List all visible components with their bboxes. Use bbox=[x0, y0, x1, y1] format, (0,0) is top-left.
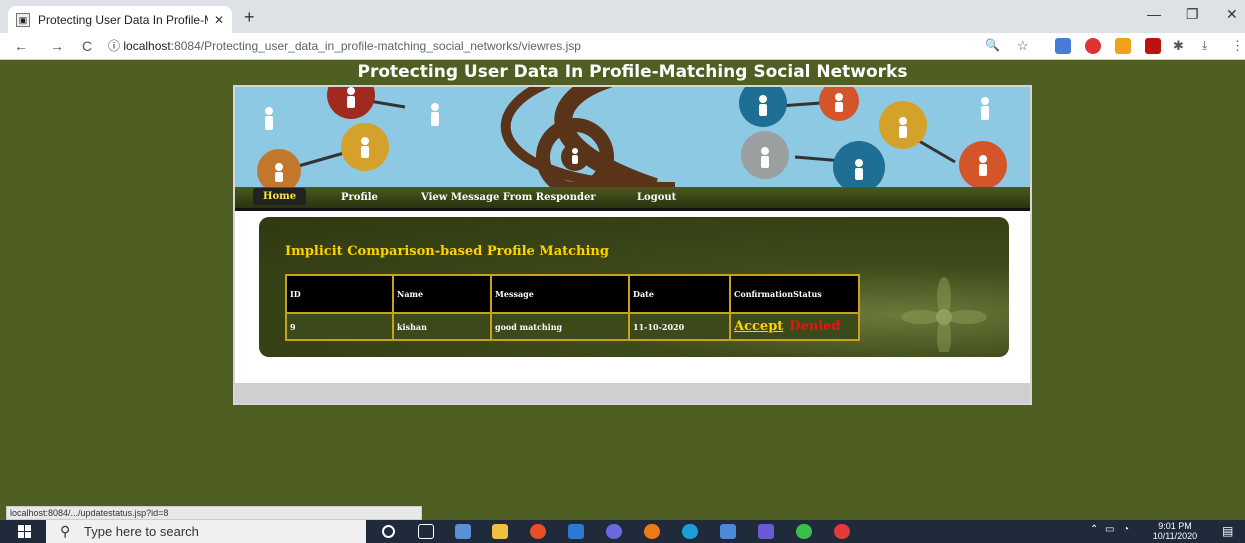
eclipse-icon[interactable] bbox=[758, 524, 774, 539]
search-placeholder: Type here to search bbox=[84, 524, 199, 539]
app-icon[interactable] bbox=[720, 524, 736, 539]
forward-button[interactable]: → bbox=[50, 38, 64, 54]
tab-close-icon[interactable]: ✕ bbox=[214, 13, 224, 27]
cell-date: 11-10-2020 bbox=[628, 312, 731, 341]
adblock-icon[interactable] bbox=[1085, 38, 1101, 54]
extension-icon[interactable] bbox=[1055, 38, 1071, 54]
table-row: 9 kishan good matching 11-10-2020 Accept… bbox=[285, 312, 860, 341]
mail-icon[interactable] bbox=[568, 524, 584, 539]
menu-home[interactable]: Home bbox=[253, 188, 307, 205]
url-path: :8084/Protecting_user_data_in_profile-ma… bbox=[170, 39, 581, 53]
flower-decoration bbox=[901, 277, 987, 352]
cell-message: good matching bbox=[490, 312, 630, 341]
section-heading: Implicit Comparison-based Profile Matchi… bbox=[285, 244, 609, 259]
column-header-date: Date bbox=[628, 274, 731, 314]
url-field[interactable]: ⓘ localhost:8084/Protecting_user_data_in… bbox=[108, 36, 1008, 57]
new-tab-button[interactable]: + bbox=[244, 7, 255, 28]
battery-icon[interactable]: ▭ bbox=[1105, 524, 1114, 535]
clock-time: 9:01 PM bbox=[1158, 521, 1192, 531]
notification-icon[interactable]: ▤ bbox=[1222, 524, 1233, 538]
chrome-icon[interactable] bbox=[530, 524, 546, 539]
column-header-status: ConfirmationStatus bbox=[729, 274, 860, 314]
zoom-icon[interactable]: 🔍 bbox=[985, 38, 1000, 52]
footer-strip bbox=[235, 383, 1030, 403]
file-explorer-icon[interactable] bbox=[492, 524, 508, 539]
minimize-button[interactable]: — bbox=[1147, 6, 1161, 22]
windows-taskbar: ⚲ Type here to search ⌃ ▭ ◔ 9:01 PM 10/1… bbox=[0, 520, 1245, 543]
back-button[interactable]: ← bbox=[14, 38, 28, 54]
link-status-bar: localhost:8084/.../updatestatus.jsp?id=8 bbox=[6, 506, 422, 520]
denied-link[interactable]: Denied bbox=[789, 319, 840, 334]
windows-start-icon[interactable] bbox=[18, 525, 32, 538]
page-title: Protecting User Data In Profile-Matching… bbox=[357, 62, 908, 82]
reload-button[interactable]: C bbox=[82, 38, 92, 54]
menu-profile[interactable]: Profile bbox=[341, 192, 378, 203]
cell-id: 9 bbox=[285, 312, 394, 341]
bookmark-star-icon[interactable]: ☆ bbox=[1017, 38, 1029, 54]
table-header-row: ID Name Message Date ConfirmationStatus bbox=[285, 274, 860, 314]
chrome-menu-icon[interactable]: ⋮ bbox=[1231, 38, 1244, 54]
page-favicon-icon: ▣ bbox=[16, 12, 30, 27]
banner-image bbox=[235, 87, 1030, 187]
task-view-icon[interactable] bbox=[418, 524, 434, 539]
tab-title: Protecting User Data In Profile-M bbox=[38, 12, 208, 27]
results-table: ID Name Message Date ConfirmationStatus … bbox=[285, 274, 860, 341]
column-header-message: Message bbox=[490, 274, 630, 314]
tray-chevron-icon[interactable]: ⌃ bbox=[1090, 524, 1098, 535]
site-info-icon[interactable]: ⓘ bbox=[108, 39, 120, 53]
edge-icon[interactable] bbox=[682, 524, 698, 539]
main-container: Home Profile View Message From Responder… bbox=[233, 85, 1032, 405]
menu-view-message[interactable]: View Message From Responder bbox=[421, 192, 596, 203]
store-icon[interactable] bbox=[455, 524, 471, 539]
browser-tabbar: ▣ Protecting User Data In Profile-M ✕ + … bbox=[0, 0, 1245, 33]
firefox-icon[interactable] bbox=[644, 524, 660, 539]
accept-link[interactable]: Accept bbox=[734, 319, 783, 334]
taskbar-search-input[interactable]: ⚲ Type here to search bbox=[46, 520, 366, 543]
close-window-button[interactable]: ✕ bbox=[1226, 6, 1238, 23]
taskbar-clock[interactable]: 9:01 PM 10/11/2020 bbox=[1148, 521, 1202, 541]
maximize-button[interactable]: ❐ bbox=[1186, 6, 1199, 23]
cell-name: kishan bbox=[392, 312, 492, 341]
column-header-id: ID bbox=[285, 274, 394, 314]
pdf-extension-icon[interactable] bbox=[1145, 38, 1161, 54]
cortana-icon[interactable] bbox=[382, 525, 395, 538]
clock-date: 10/11/2020 bbox=[1152, 531, 1198, 541]
app-icon[interactable] bbox=[606, 524, 622, 539]
cell-status: Accept Denied bbox=[729, 312, 860, 341]
download-icon[interactable]: ⤓ bbox=[1202, 38, 1207, 53]
app-icon[interactable] bbox=[834, 524, 850, 539]
app-icon[interactable] bbox=[796, 524, 812, 539]
menu-logout[interactable]: Logout bbox=[637, 192, 676, 203]
wifi-icon[interactable]: ◔ bbox=[1123, 524, 1129, 535]
address-toolbar: ← → C ⓘ localhost:8084/Protecting_user_d… bbox=[0, 33, 1245, 60]
url-host: localhost bbox=[123, 39, 171, 53]
extension-icon[interactable] bbox=[1115, 38, 1131, 54]
browser-tab[interactable]: ▣ Protecting User Data In Profile-M ✕ bbox=[8, 6, 232, 33]
main-menu: Home Profile View Message From Responder… bbox=[235, 187, 1030, 211]
column-header-name: Name bbox=[392, 274, 492, 314]
search-icon: ⚲ bbox=[60, 523, 71, 539]
content-panel: Implicit Comparison-based Profile Matchi… bbox=[259, 217, 1009, 357]
extensions-puzzle-icon[interactable]: ✱ bbox=[1173, 38, 1184, 54]
